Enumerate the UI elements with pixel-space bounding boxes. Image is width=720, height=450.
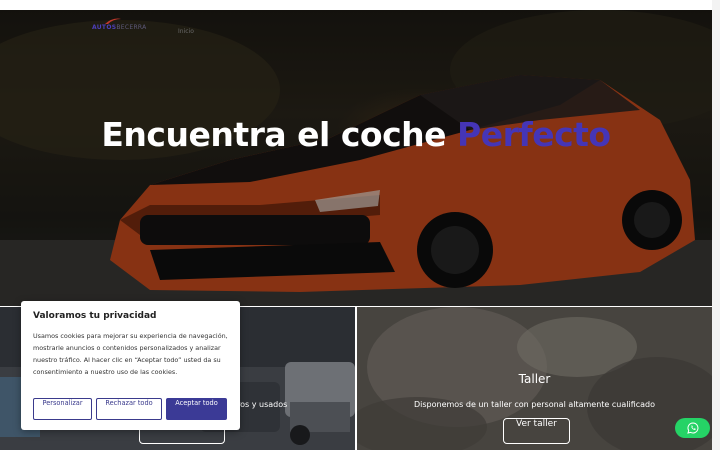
page-scrollbar[interactable] bbox=[712, 0, 720, 450]
whatsapp-button[interactable] bbox=[675, 418, 710, 438]
vehicles-panel-description: ros y usados bbox=[237, 400, 288, 409]
customize-cookies-button[interactable]: Personalizar bbox=[33, 398, 92, 420]
logo-main-text: AUTOS bbox=[92, 24, 117, 31]
cookie-dialog-actions: Personalizar Rechazar todo Aceptar todo bbox=[33, 398, 227, 420]
cookie-dialog-title: Valoramos tu privacidad bbox=[33, 311, 157, 321]
logo-sub-text: BECERRA bbox=[116, 24, 147, 31]
workshop-panel-title: Taller bbox=[518, 372, 551, 386]
hero-overlay bbox=[0, 10, 712, 306]
hero-title-main: Encuentra el coche bbox=[101, 115, 458, 154]
cookie-consent-dialog: Valoramos tu privacidad Usamos cookies p… bbox=[21, 301, 240, 430]
hero-banner: AUTOSBECERRA Inicio Encuentra el coche P… bbox=[0, 10, 712, 306]
accept-all-cookies-button[interactable]: Aceptar todo bbox=[166, 398, 227, 420]
site-logo[interactable]: AUTOSBECERRA bbox=[92, 24, 147, 31]
cookie-dialog-text: Usamos cookies para mejorar su experienc… bbox=[33, 332, 228, 376]
reject-all-cookies-button[interactable]: Rechazar todo bbox=[96, 398, 162, 420]
workshop-panel: Taller Disponemos de un taller con perso… bbox=[357, 307, 712, 450]
whatsapp-icon bbox=[686, 422, 698, 434]
page: AUTOSBECERRA Inicio Encuentra el coche P… bbox=[0, 0, 712, 450]
view-workshop-button[interactable]: Ver taller bbox=[503, 418, 570, 444]
nav-link-inicio[interactable]: Inicio bbox=[178, 28, 194, 35]
hero-title: Encuentra el coche Perfecto bbox=[0, 115, 712, 154]
hero-title-accent: Perfecto bbox=[457, 115, 611, 154]
workshop-panel-description: Disponemos de un taller con personal alt… bbox=[413, 400, 656, 409]
